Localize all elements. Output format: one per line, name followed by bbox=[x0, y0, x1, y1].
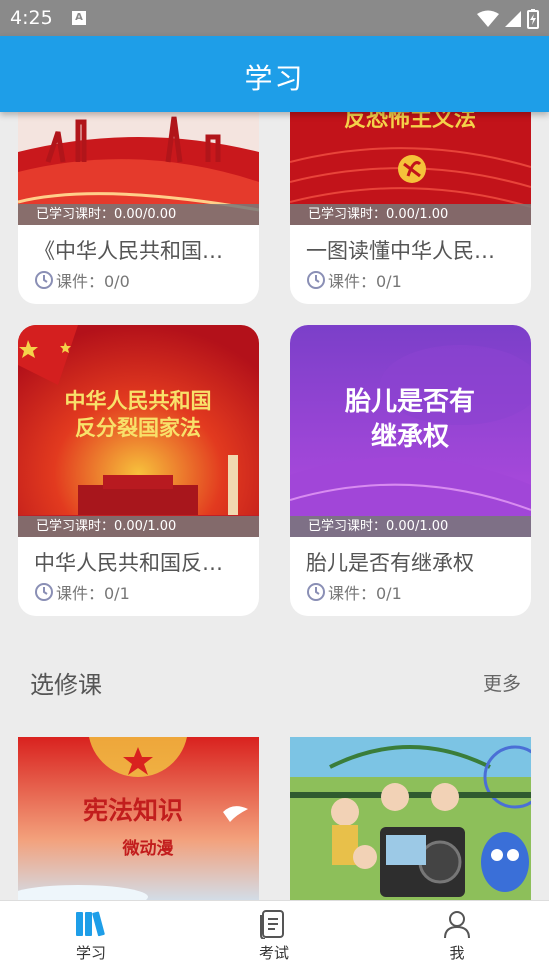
course-thumbnail: 已学习课时：0.00/0.00 bbox=[18, 112, 259, 225]
courseware-count: 课件：0/1 bbox=[18, 577, 259, 616]
courseware-count: 课件：0/0 bbox=[18, 265, 259, 304]
svg-text:中华人民共和国: 中华人民共和国 bbox=[65, 389, 212, 413]
svg-text:继承权: 继承权 bbox=[371, 421, 449, 452]
course-thumbnail: 宪法知识 微动漫 bbox=[18, 737, 259, 900]
document-icon bbox=[260, 910, 284, 939]
nav-tab-me[interactable]: 我 bbox=[407, 909, 507, 963]
status-icons bbox=[476, 8, 539, 29]
books-icon bbox=[76, 911, 105, 937]
course-title: 一图读懂中华人民… bbox=[306, 239, 495, 263]
study-progress-text: 已学习课时：0.00/1.00 bbox=[290, 516, 531, 537]
clock-icon bbox=[307, 583, 325, 601]
course-thumbnail: 中华人民共和国 反分裂国家法 已学习课时：0.00/1.00 bbox=[18, 325, 259, 537]
course-list[interactable]: 已学习课时：0.00/0.00 《中华人民共和国… 课件：0/0 反恐怖主义法 … bbox=[0, 112, 549, 900]
course-thumbnail bbox=[290, 737, 531, 900]
study-progress-text: 已学习课时：0.00/1.00 bbox=[18, 516, 259, 537]
courseware-label: 课件：0/1 bbox=[56, 584, 130, 603]
svg-text:微动漫: 微动漫 bbox=[122, 838, 175, 859]
course-card[interactable]: 已学习课时：0.00/0.00 《中华人民共和国… 课件：0/0 bbox=[18, 112, 259, 304]
course-card[interactable]: 胎儿是否有 继承权 已学习课时：0.00/1.00 胎儿是否有继承权 课件：0/… bbox=[290, 325, 531, 616]
nav-tab-label: 我 bbox=[449, 944, 465, 962]
course-card[interactable]: 反恐怖主义法 已学习课时：0.00/1.00 一图读懂中华人民… 课件：0/1 bbox=[290, 112, 531, 304]
elective-card[interactable]: 宪法知识 微动漫 bbox=[18, 737, 259, 900]
course-title: 中华人民共和国反… bbox=[34, 551, 223, 575]
course-title: 《中华人民共和国… bbox=[34, 239, 223, 263]
person-icon bbox=[444, 911, 470, 939]
svg-text:宪法知识: 宪法知识 bbox=[83, 796, 183, 825]
study-progress-text: 已学习课时：0.00/0.00 bbox=[18, 204, 259, 225]
elective-card[interactable] bbox=[290, 737, 531, 900]
elective-section-header: 选修课 更多 bbox=[0, 665, 549, 705]
page-title: 学习 bbox=[244, 62, 305, 95]
status-bar: 4:25 A bbox=[0, 0, 549, 36]
course-thumbnail: 胎儿是否有 继承权 已学习课时：0.00/1.00 bbox=[290, 325, 531, 537]
clock-icon bbox=[307, 271, 325, 289]
svg-text:反恐怖主义法: 反恐怖主义法 bbox=[344, 112, 476, 132]
app-bar: 学习 bbox=[0, 36, 549, 112]
bottom-navigation: 学习 考试 我 bbox=[0, 900, 549, 976]
courseware-count: 课件：0/1 bbox=[290, 577, 531, 616]
nav-tab-label: 考试 bbox=[258, 944, 289, 962]
course-title: 胎儿是否有继承权 bbox=[306, 551, 474, 575]
wifi-icon bbox=[476, 10, 499, 27]
courseware-label: 课件：0/0 bbox=[56, 272, 130, 291]
notification-icon: A bbox=[72, 11, 86, 25]
more-button[interactable]: 更多 bbox=[483, 669, 521, 696]
svg-text:胎儿是否有: 胎儿是否有 bbox=[344, 386, 475, 417]
course-thumbnail: 反恐怖主义法 已学习课时：0.00/1.00 bbox=[290, 112, 531, 225]
nav-tab-label: 学习 bbox=[75, 944, 106, 962]
svg-text:反分裂国家法: 反分裂国家法 bbox=[75, 416, 201, 440]
courseware-label: 课件：0/1 bbox=[328, 272, 402, 291]
signal-icon bbox=[504, 10, 521, 27]
battery-icon bbox=[527, 8, 539, 29]
courseware-label: 课件：0/1 bbox=[328, 584, 402, 603]
study-progress-text: 已学习课时：0.00/1.00 bbox=[290, 204, 531, 225]
clock-icon bbox=[35, 583, 53, 601]
status-time: 4:25 bbox=[10, 7, 53, 29]
section-title: 选修课 bbox=[30, 671, 102, 699]
course-card[interactable]: 中华人民共和国 反分裂国家法 已学习课时：0.00/1.00 中华人民共和国反…… bbox=[18, 325, 259, 616]
courseware-count: 课件：0/1 bbox=[290, 265, 531, 304]
nav-tab-exam[interactable]: 考试 bbox=[224, 909, 324, 963]
clock-icon bbox=[35, 271, 53, 289]
nav-tab-study[interactable]: 学习 bbox=[41, 909, 141, 963]
